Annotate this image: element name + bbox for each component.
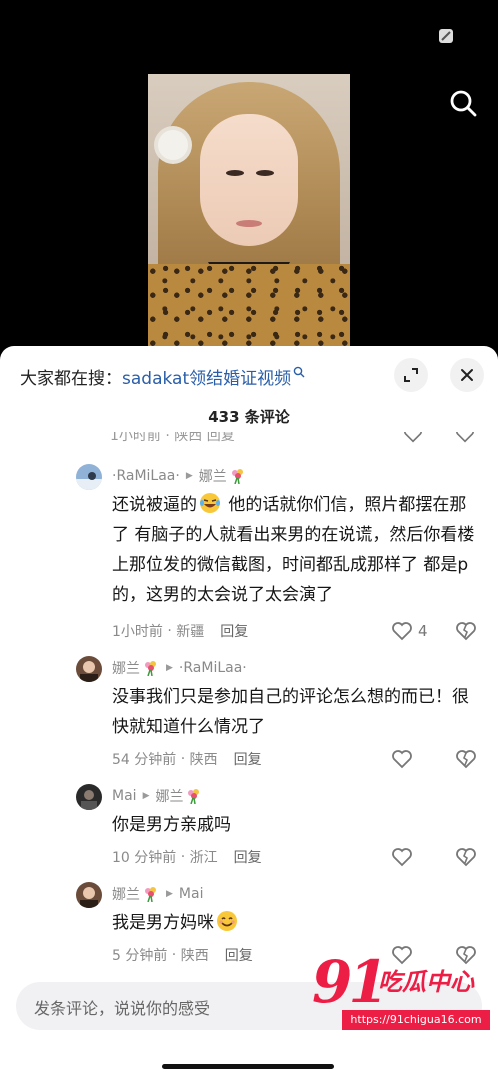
comment-meta: 1小时前 · 新疆 回复 [112,621,249,641]
expand-button[interactable] [394,358,428,392]
heart-icon[interactable] [402,432,424,444]
reply-button[interactable]: 回复 [234,749,262,769]
comment-header: 娜兰 ▶ ·RaMiLaa· [112,658,247,678]
like-button[interactable]: 4 [390,619,440,643]
comment-time: 10 分钟前 [112,850,177,866]
small-search-icon [293,366,305,378]
comment-location: 陕西 [189,752,218,768]
close-icon [461,369,473,381]
broken-heart-icon[interactable] [454,619,478,643]
trending-search-hint[interactable]: 大家都在搜： sadakat领结婚证视频 [20,364,305,389]
heart-icon [392,622,412,641]
comment-time: 1小时前 [112,624,163,640]
reply-to-name[interactable]: Mai [179,886,204,902]
pip-icon[interactable] [436,26,456,46]
heart-icon[interactable] [390,747,414,771]
comment-sheet: 大家都在搜： sadakat领结婚证视频 433 条评论 1小时前 · 陕西 回… [0,346,498,1080]
watermark-url: https://91chigua16.com [342,1010,490,1030]
reply-to-name[interactable]: 娜兰 [155,786,183,806]
reply-arrow-icon: ▶ [142,791,150,801]
comment-time: 5 分钟前 [112,948,168,964]
avatar[interactable] [76,656,102,682]
comment-meta: 54 分钟前 · 陕西 回复 [112,749,262,769]
comment-author[interactable]: 娜兰 [112,884,140,904]
comment-author[interactable]: 娜兰 [112,658,140,678]
comment-text-part: 我是男方妈咪 [112,913,214,933]
comment-time: 54 分钟前 [112,752,177,768]
search-icon[interactable] [448,88,478,118]
site-watermark: 91 吃瓜中心 https://91chigua16.com [312,952,492,1034]
close-button[interactable] [450,358,484,392]
comment-meta: 5 分钟前 · 陕西 回复 [112,945,253,965]
broken-heart-icon[interactable] [454,432,476,444]
avatar[interactable] [76,882,102,908]
video-portrait [148,74,350,350]
reply-button[interactable]: 回复 [234,847,262,867]
reply-arrow-icon: ▶ [166,889,173,899]
scrolled-meta-text: 1小时前 · 陕西 回复 [110,432,235,444]
comment-author[interactable]: ·RaMiLaa· [112,468,180,484]
bouquet-emoji-icon [145,887,156,902]
reply-arrow-icon: ▶ [166,663,173,673]
reply-to-name[interactable]: 娜兰 [199,466,227,486]
avatar[interactable] [76,464,102,490]
comment-header: Mai ▶ 娜兰 [112,786,203,806]
scrolled-comment-remnant: 1小时前 · 陕西 回复 [110,432,498,444]
bouquet-emoji-icon [231,469,243,484]
comment-location: 浙江 [189,850,218,866]
reply-to-name[interactable]: ·RaMiLaa· [179,660,247,676]
comment-meta: 10 分钟前 · 浙江 回复 [112,847,262,867]
smiling-face-emoji-icon [217,911,237,931]
comment-header: 娜兰 ▶ Mai [112,884,203,904]
home-indicator [162,1064,334,1069]
comment-text: 我是男方妈咪 [112,908,482,938]
heart-icon[interactable] [390,845,414,869]
comment-input-placeholder: 发条评论，说说你的感受 [34,999,211,1018]
comment-text: 还说被逼的 他的话就你们信，照片都摆在那了 有脑子的人就看出来男的在说谎，然后你… [112,490,482,610]
video-area[interactable] [0,0,498,350]
reply-arrow-icon: ▶ [185,471,193,481]
watermark-brand: 吃瓜中心 [378,968,474,996]
comment-text: 你是男方亲戚吗 [112,815,231,835]
comment-author[interactable]: Mai [112,788,137,804]
comment-count: 433 条评论 [208,408,290,426]
bouquet-emoji-icon [188,789,200,804]
search-hint-prefix: 大家都在搜： [20,368,122,389]
comment-text: 没事我们只是参加自己的评论怎么想的而已！很快就知道什么情况了 [112,687,469,737]
comment-location: 陕西 [180,948,209,964]
avatar[interactable] [76,784,102,810]
broken-heart-icon[interactable] [454,845,478,869]
laughing-tears-emoji-icon [200,493,220,513]
search-hint-term[interactable]: sadakat领结婚证视频 [122,364,291,389]
like-count: 4 [418,622,428,640]
comment-text-part-1: 还说被逼的 [112,495,197,515]
broken-heart-icon[interactable] [454,747,478,771]
bouquet-emoji-icon [145,661,156,676]
comment-header: ·RaMiLaa· ▶ 娜兰 [112,466,247,486]
reply-button[interactable]: 回复 [225,945,253,965]
reply-button[interactable]: 回复 [220,621,248,641]
comment-location: 新疆 [176,624,205,640]
watermark-number: 91 [312,948,389,1016]
expand-icon [404,368,418,382]
